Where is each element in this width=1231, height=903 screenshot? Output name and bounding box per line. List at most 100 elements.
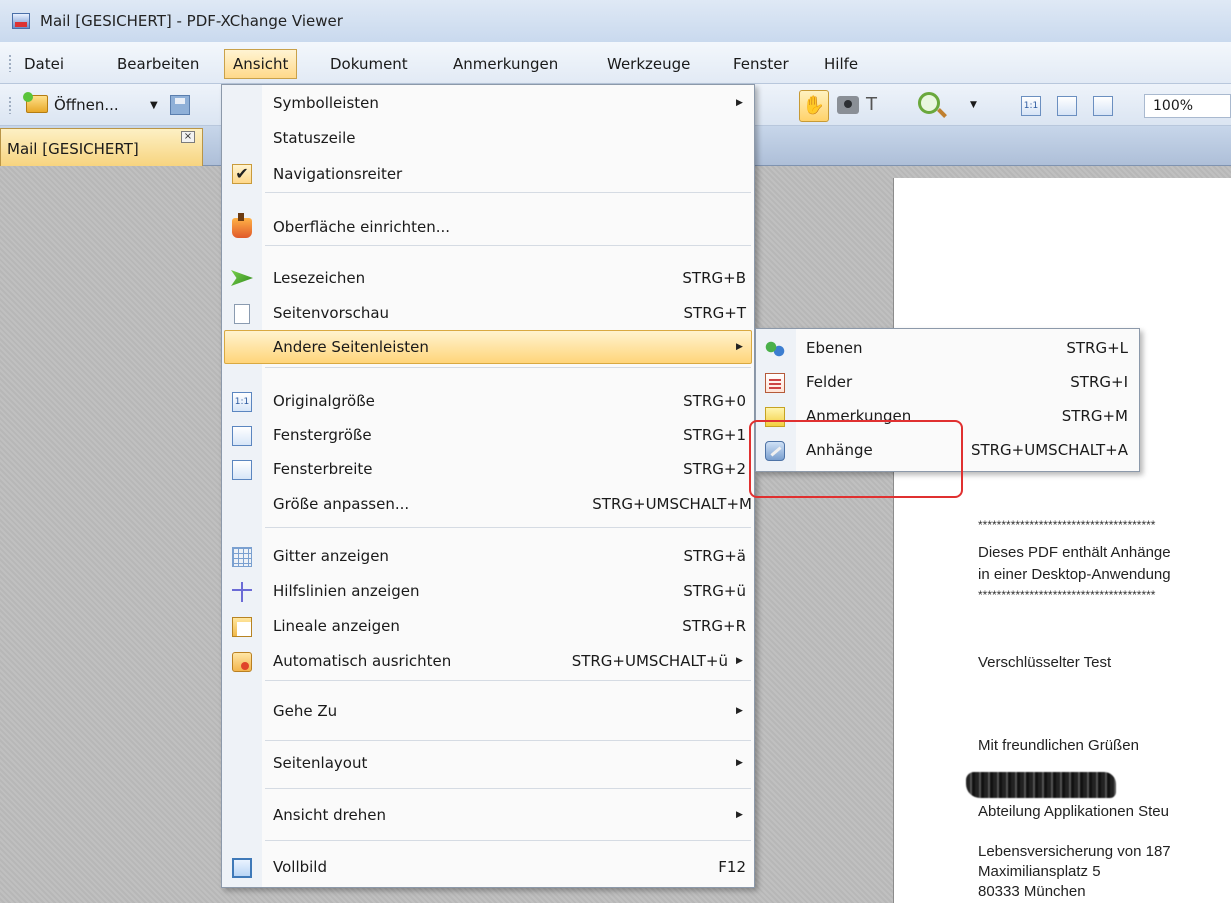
annotation-highlight-box: [749, 420, 963, 498]
zoom-input[interactable]: 100%: [1144, 94, 1231, 118]
open-folder-icon[interactable]: [23, 92, 48, 113]
hand-tool-icon[interactable]: ✋: [799, 90, 829, 122]
shortcut-fenstergroesse: STRG+1: [683, 426, 746, 444]
snap-icon: [232, 652, 252, 672]
shortcut-lineale: STRG+R: [682, 617, 746, 635]
menu-separator: [265, 680, 751, 681]
document-tab[interactable]: Mail [GESICHERT] ×: [0, 128, 203, 166]
shortcut-hilfslinien: STRG+ü: [683, 582, 746, 600]
menu-anmerkungen[interactable]: Anmerkungen: [453, 49, 558, 79]
pdf-subject: Verschlüsselter Test: [978, 654, 1112, 671]
menu-separator: [265, 740, 751, 741]
menu-hilfe[interactable]: Hilfe: [824, 49, 858, 79]
shortcut-groesse-anpassen: STRG+UMSCHALT+M: [592, 495, 752, 513]
submenu-arrow-icon: ▶: [736, 342, 743, 352]
pdf-city: 80333 München: [978, 883, 1086, 900]
menu-item-seitenlayout[interactable]: Seitenlayout: [273, 746, 367, 780]
window-title: Mail [GESICHERT] - PDF-XChange Viewer: [40, 12, 343, 30]
menu-item-gitter[interactable]: Gitter anzeigen: [273, 539, 389, 573]
pdf-stars-bottom: **************************************: [978, 588, 1156, 602]
submenu-arrow-icon: ▶: [736, 656, 743, 666]
fullscreen-icon: [232, 858, 252, 878]
pdf-notice-line1: Dieses PDF enthält Anhänge: [978, 544, 1171, 561]
menu-item-seitenvorschau[interactable]: Seitenvorschau: [273, 296, 389, 330]
shortcut-felder: STRG+I: [1070, 373, 1128, 391]
snapshot-icon[interactable]: [837, 96, 859, 114]
menu-separator: [265, 788, 751, 789]
zoom-dropdown-arrow-icon[interactable]: ▼: [970, 100, 977, 110]
pdf-street: Maximiliansplatz 5: [978, 863, 1101, 880]
select-text-icon[interactable]: T: [866, 94, 877, 115]
menu-bar: Datei Bearbeiten Ansicht Dokument Anmerk…: [0, 42, 1231, 84]
shortcut-automatisch-ausrichten: STRG+UMSCHALT+ü: [571, 652, 728, 670]
pdf-stars-top: **************************************: [978, 518, 1156, 532]
menu-datei[interactable]: Datei: [24, 49, 64, 79]
fields-icon: [765, 373, 785, 393]
pdf-notice-line2: in einer Desktop-Anwendung: [978, 566, 1171, 583]
fit-width-icon: [232, 460, 252, 480]
menu-fenster[interactable]: Fenster: [733, 49, 789, 79]
layers-icon: [765, 339, 785, 359]
title-bar: Mail [GESICHERT] - PDF-XChange Viewer: [0, 0, 1231, 42]
menubar-grip-icon[interactable]: [8, 54, 12, 72]
menu-dokument[interactable]: Dokument: [330, 49, 408, 79]
menu-item-automatisch-ausrichten[interactable]: Automatisch ausrichten: [273, 644, 451, 678]
actual-size-button[interactable]: 1:1: [1021, 96, 1041, 116]
fit-width-button[interactable]: [1093, 96, 1113, 116]
menu-item-hilfslinien[interactable]: Hilfslinien anzeigen: [273, 574, 419, 608]
document-tab-label: Mail [GESICHERT]: [7, 140, 139, 158]
menu-item-oberflaeche[interactable]: Oberfläche einrichten...: [273, 210, 450, 244]
shortcut-lesezeichen: STRG+B: [682, 269, 746, 287]
shortcut-ebenen: STRG+L: [1066, 339, 1128, 357]
submenu-item-felder[interactable]: Felder: [806, 365, 852, 399]
menu-item-navigationsreiter[interactable]: Navigationsreiter: [273, 157, 402, 191]
menu-separator: [265, 245, 751, 246]
menu-separator: [265, 367, 751, 368]
app-icon: [12, 13, 30, 29]
submenu-arrow-icon: ▶: [736, 98, 743, 108]
menu-bearbeiten[interactable]: Bearbeiten: [117, 49, 199, 79]
paint-bucket-icon: [232, 213, 252, 238]
shortcut-anmerkungen: STRG+M: [1061, 407, 1128, 425]
page-icon: [234, 304, 250, 324]
menu-item-statuszeile[interactable]: Statuszeile: [273, 121, 355, 155]
menu-item-symbolleisten[interactable]: Symbolleisten: [273, 86, 379, 120]
grid-icon: [232, 547, 252, 567]
pdf-department: Abteilung Applikationen Steu: [978, 803, 1169, 820]
shortcut-originalgroesse: STRG+0: [683, 392, 746, 410]
menu-item-groesse-anpassen[interactable]: Größe anpassen...: [273, 487, 409, 521]
menu-separator: [265, 192, 751, 193]
menu-item-fensterbreite[interactable]: Fensterbreite: [273, 452, 373, 486]
open-dropdown-arrow-icon[interactable]: ▼: [150, 100, 158, 111]
save-icon[interactable]: [170, 95, 190, 115]
menu-separator: [265, 840, 751, 841]
shortcut-vollbild: F12: [718, 858, 746, 876]
menu-werkzeuge[interactable]: Werkzeuge: [607, 49, 690, 79]
toolbar-grip-icon[interactable]: [8, 96, 12, 114]
menu-item-andere-seitenleisten[interactable]: Andere Seitenleisten: [273, 330, 429, 364]
menu-item-ansicht-drehen[interactable]: Ansicht drehen: [273, 798, 386, 832]
menu-item-fenstergroesse[interactable]: Fenstergröße: [273, 418, 372, 452]
menu-item-vollbild[interactable]: Vollbild: [273, 850, 327, 884]
actual-size-icon: 1:1: [232, 392, 252, 412]
submenu-arrow-icon: ▶: [736, 810, 743, 820]
menu-item-originalgroesse[interactable]: Originalgröße: [273, 384, 375, 418]
fit-window-button[interactable]: [1057, 96, 1077, 116]
submenu-arrow-icon: ▶: [736, 706, 743, 716]
open-button[interactable]: Öffnen...: [54, 96, 119, 114]
zoom-in-icon[interactable]: [918, 92, 940, 114]
shortcut-gitter: STRG+ä: [683, 547, 747, 565]
close-tab-icon[interactable]: ×: [181, 131, 195, 143]
submenu-item-ebenen[interactable]: Ebenen: [806, 331, 862, 365]
menu-ansicht[interactable]: Ansicht: [224, 49, 298, 79]
fit-window-icon: [232, 426, 252, 446]
menu-item-lineale[interactable]: Lineale anzeigen: [273, 609, 400, 643]
menu-item-lesezeichen[interactable]: Lesezeichen: [273, 261, 365, 295]
submenu-arrow-icon: ▶: [736, 758, 743, 768]
pdf-company: Lebensversicherung von 187: [978, 843, 1171, 860]
shortcut-seitenvorschau: STRG+T: [683, 304, 746, 322]
menu-separator: [265, 527, 751, 528]
check-icon: ✔: [232, 164, 252, 184]
pdf-greeting: Mit freundlichen Grüßen: [978, 737, 1139, 754]
menu-item-gehe-zu[interactable]: Gehe Zu: [273, 694, 337, 728]
